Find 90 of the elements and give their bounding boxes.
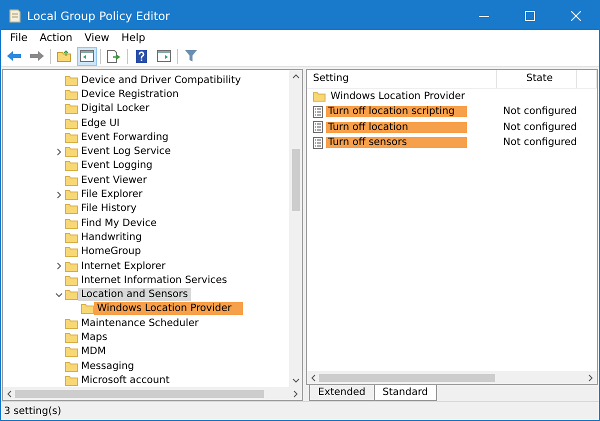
vertical-scrollbar[interactable] bbox=[289, 70, 302, 387]
scrollbar-thumb[interactable] bbox=[292, 149, 300, 211]
tree-item[interactable]: HomeGroup bbox=[78, 245, 144, 258]
tree-item[interactable]: Messaging bbox=[78, 360, 138, 373]
setting-name[interactable]: Turn off location bbox=[326, 122, 467, 133]
tree-item[interactable]: Event Logging bbox=[78, 159, 156, 172]
folder-icon bbox=[65, 189, 78, 200]
folder-icon bbox=[65, 118, 78, 129]
document-icon bbox=[313, 136, 323, 149]
tab[interactable]: Standard bbox=[374, 385, 437, 401]
tree-item[interactable]: Digital Locker bbox=[78, 102, 152, 116]
tab[interactable]: Extended bbox=[309, 385, 374, 401]
setting-name[interactable]: Turn off location scripting bbox=[326, 106, 467, 118]
tree-item[interactable]: Event Log Service bbox=[78, 145, 174, 158]
tree-item[interactable]: Maps bbox=[78, 330, 110, 344]
scroll-left-icon[interactable] bbox=[310, 374, 316, 382]
chevron-down-icon[interactable] bbox=[55, 290, 63, 299]
folder-icon bbox=[65, 203, 78, 214]
folder-up-icon[interactable] bbox=[57, 50, 71, 62]
setting-state: Not configured bbox=[502, 106, 578, 118]
folder-icon bbox=[65, 132, 78, 143]
scroll-down-icon[interactable] bbox=[292, 378, 300, 384]
folder-icon bbox=[65, 232, 78, 243]
folder-icon bbox=[65, 160, 78, 172]
tree-item[interactable]: Internet Information Services bbox=[78, 274, 230, 287]
maximize-icon[interactable] bbox=[525, 10, 535, 20]
setting-name[interactable]: Windows Location Provider bbox=[328, 91, 467, 102]
scrollbar-thumb[interactable] bbox=[319, 374, 496, 382]
menu-item[interactable]: Help bbox=[116, 32, 150, 44]
tree-item[interactable]: Windows Location Provider bbox=[94, 302, 244, 316]
column-header[interactable]: State bbox=[497, 70, 577, 88]
tree-item[interactable]: Maintenance Scheduler bbox=[78, 316, 202, 330]
tree-item[interactable]: Event Viewer bbox=[78, 174, 150, 187]
close-icon[interactable] bbox=[571, 10, 581, 20]
horizontal-scrollbar[interactable] bbox=[307, 371, 597, 384]
tree-item[interactable]: Handwriting bbox=[78, 230, 145, 244]
action-pane-icon[interactable] bbox=[157, 50, 171, 62]
console-tree-icon[interactable] bbox=[80, 50, 94, 62]
status-bar: 3 setting(s) bbox=[1, 401, 599, 420]
menu-item[interactable]: File bbox=[5, 32, 33, 44]
folder-icon bbox=[65, 146, 78, 158]
tree-item[interactable]: Event Forwarding bbox=[78, 130, 172, 144]
folder-icon bbox=[313, 91, 326, 102]
tree-item[interactable]: File History bbox=[78, 202, 140, 216]
chevron-right-icon[interactable] bbox=[55, 148, 63, 156]
scrollbar-thumb[interactable] bbox=[15, 390, 264, 398]
horizontal-scrollbar[interactable] bbox=[3, 387, 302, 400]
tree-item[interactable]: Internet Explorer bbox=[78, 260, 169, 272]
folder-icon bbox=[65, 103, 78, 114]
export-list-icon[interactable] bbox=[107, 50, 121, 62]
folder-icon bbox=[65, 274, 78, 286]
back-arrow-icon[interactable] bbox=[7, 51, 21, 61]
tree-item[interactable]: Find My Device bbox=[78, 216, 160, 230]
help-icon[interactable] bbox=[136, 50, 146, 62]
filter-icon[interactable] bbox=[185, 50, 197, 62]
folder-icon bbox=[65, 74, 78, 86]
chevron-right-icon[interactable] bbox=[55, 262, 63, 270]
setting-state: Not configured bbox=[502, 122, 578, 133]
folder-icon bbox=[65, 218, 78, 229]
folder-icon bbox=[65, 332, 78, 343]
folder-icon bbox=[65, 88, 78, 100]
tree-item[interactable]: Device and Driver Compatibility bbox=[78, 74, 244, 87]
tree-item[interactable]: Microsoft account bbox=[78, 374, 173, 387]
folder-icon bbox=[65, 246, 78, 258]
tree-item[interactable]: Device Registration bbox=[78, 88, 182, 101]
forward-arrow-icon[interactable] bbox=[30, 51, 44, 61]
tree-item[interactable]: Location and Sensors bbox=[78, 288, 191, 302]
scroll-up-icon[interactable] bbox=[292, 73, 300, 79]
menu-item[interactable]: View bbox=[79, 32, 114, 44]
scroll-left-icon[interactable] bbox=[6, 390, 12, 398]
chevron-right-icon[interactable] bbox=[55, 190, 63, 199]
app-icon bbox=[9, 8, 21, 22]
folder-icon bbox=[65, 360, 78, 372]
setting-name[interactable]: Turn off sensors bbox=[326, 137, 467, 148]
column-header[interactable]: Setting bbox=[307, 70, 497, 88]
folder-icon bbox=[65, 346, 78, 358]
tree-item[interactable]: Edge UI bbox=[78, 116, 123, 130]
menu-item[interactable]: Action bbox=[34, 32, 78, 44]
scroll-right-icon[interactable] bbox=[293, 390, 299, 398]
folder-icon bbox=[65, 260, 78, 272]
folder-icon bbox=[65, 289, 78, 300]
folder-icon bbox=[65, 318, 78, 329]
tree-item[interactable]: File Explorer bbox=[78, 188, 146, 202]
setting-state: Not configured bbox=[502, 137, 578, 148]
document-icon bbox=[313, 106, 323, 118]
document-icon bbox=[313, 121, 323, 134]
scroll-right-icon[interactable] bbox=[588, 374, 594, 382]
window-title: Local Group Policy Editor bbox=[27, 8, 171, 22]
tree-item[interactable]: MDM bbox=[78, 345, 109, 358]
folder-icon bbox=[65, 174, 78, 186]
